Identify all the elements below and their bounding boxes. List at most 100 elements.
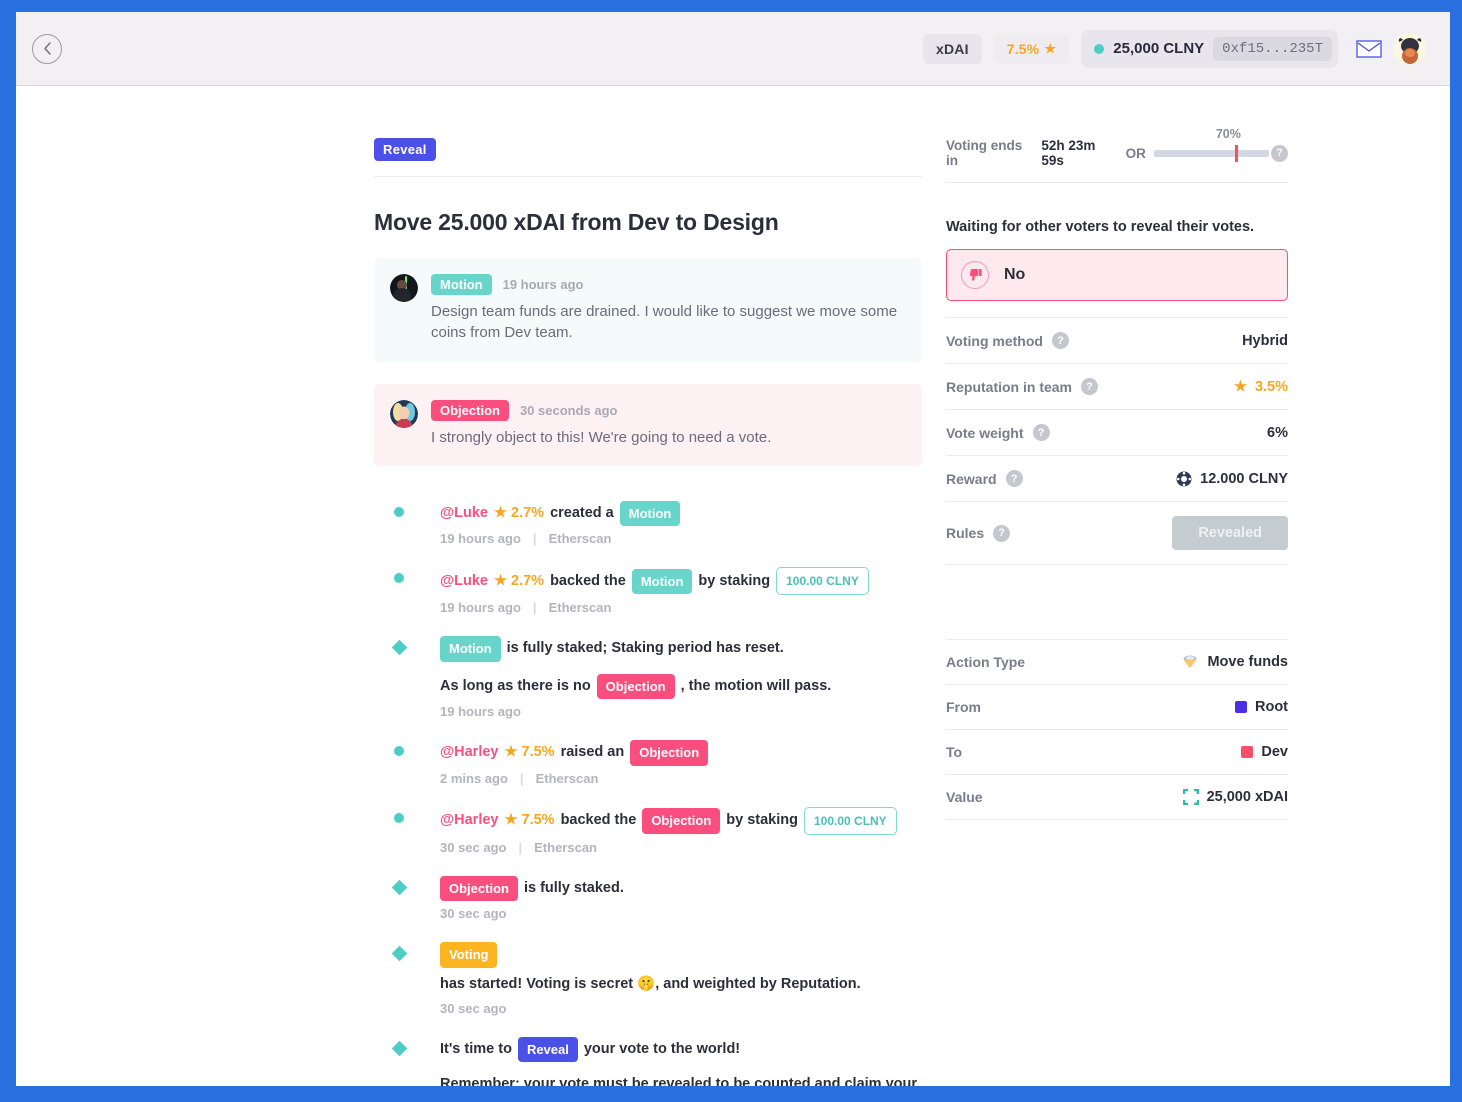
action-row: Action Type Move funds <box>946 640 1288 685</box>
timeline-diamond-icon <box>391 946 408 1015</box>
action-label: From <box>946 699 981 715</box>
vote-progress-bar[interactable]: 70% <box>1153 127 1269 163</box>
vote-progress-marker <box>1234 145 1238 162</box>
back-button[interactable] <box>32 33 62 64</box>
comment-tag: Objection <box>431 399 509 421</box>
help-icon[interactable]: ? <box>1051 332 1069 349</box>
avatar-luke <box>390 274 418 302</box>
timeline-body: Motion is fully staked; Staking period ha… <box>417 636 922 719</box>
help-icon[interactable]: ? <box>993 524 1011 542</box>
timeline-text: by staking <box>698 572 771 589</box>
timeline-username: @Luke <box>440 504 488 521</box>
timeline-meta: 30 sec ago <box>440 1001 922 1016</box>
detail-value: 6% <box>1267 425 1288 441</box>
timeline-username: @Harley <box>440 744 499 761</box>
timeline-tag: Motion <box>619 500 681 527</box>
timeline-note: As long as there is no Objection , the mot… <box>440 673 922 700</box>
timeline-body: @Luke ★ 2.7% backed the Motion by staking 100… <box>417 567 922 615</box>
timeline-timestamp: 30 sec ago <box>440 906 507 922</box>
action-label-text: To <box>946 744 963 760</box>
marker-shape <box>394 573 404 584</box>
comment-body: Objection 30 seconds ago I strongly object… <box>431 399 906 448</box>
timeline-line: Objection is fully staked. <box>440 875 922 902</box>
detail-row: Vote weight? 6% <box>946 410 1288 456</box>
etherscan-link[interactable]: Etherscan <box>549 531 612 546</box>
avatar[interactable] <box>1394 32 1426 65</box>
stake-amount-chip: 100.00 CLNY <box>803 806 897 835</box>
help-icon[interactable]: ? <box>1081 378 1099 395</box>
timeline-diamond-icon <box>391 879 408 922</box>
comment-tag: Motion <box>431 274 492 295</box>
timeline-text: your vote to the world! <box>583 1040 741 1057</box>
timeline-line: @Harley ★ 7.5% raised an Objection <box>440 740 922 766</box>
separator: | <box>519 770 524 786</box>
comment-list: Motion 19 hours ago Design team funds are … <box>374 258 922 466</box>
timeline-line: Motion is fully staked; Staking period ha… <box>440 636 922 662</box>
timeline-reputation: ★ 7.5% <box>504 812 555 829</box>
action-value-text: 25,000 xDAI <box>1206 789 1288 805</box>
help-icon[interactable]: ? <box>1271 144 1288 162</box>
network-pill[interactable]: xDAI <box>923 33 982 64</box>
wallet-balance: 25,000 CLNY <box>1113 40 1205 57</box>
detail-label-text: Vote weight <box>946 424 1024 441</box>
comment-header: Motion 19 hours ago <box>431 274 906 295</box>
reputation-pill[interactable]: 7.5% ★ <box>993 33 1070 64</box>
timeline-line: Voting has started! Voting is secret 🤫, a… <box>440 942 922 995</box>
move-funds-icon <box>1183 655 1197 668</box>
timeline-meta: 30 sec ago | Etherscan <box>440 840 922 855</box>
detail-label-text: Rules <box>946 525 985 541</box>
detail-label-text: Reward <box>946 470 997 487</box>
detail-row: Rules? Revealed <box>946 502 1288 565</box>
detail-value-text: 3.5% <box>1254 378 1288 395</box>
timeline-body: Objection is fully staked. 30 sec ago <box>417 875 922 922</box>
marker-shape <box>391 1040 408 1056</box>
etherscan-link[interactable]: Etherscan <box>549 600 612 615</box>
timeline-tag: Reveal <box>517 1036 578 1063</box>
timeline-meta: 19 hours ago | Etherscan <box>440 600 922 615</box>
marker-shape <box>394 746 404 757</box>
timeline-text: created a <box>550 504 614 521</box>
app-window: xDAI 7.5% ★ 25,000 CLNY 0xf15...235T Rev… <box>16 12 1450 1086</box>
marker-shape <box>391 879 408 896</box>
action-label: To <box>946 744 962 760</box>
detail-label-text: Reputation in team <box>946 378 1073 395</box>
detail-value-text: Hybrid <box>1242 332 1288 349</box>
action-row: Value 25,000 xDAI <box>946 775 1288 820</box>
help-icon[interactable]: ? <box>1032 424 1050 441</box>
action-row: To Dev <box>946 730 1288 775</box>
vote-no-button[interactable]: No <box>946 249 1288 301</box>
detail-row: Reward? 12.000 CLNY <box>946 456 1288 502</box>
timeline-timestamp: 30 sec ago <box>440 1000 507 1016</box>
wallet-status-dot <box>1094 43 1105 54</box>
rules-revealed-button[interactable]: Revealed <box>1172 516 1288 550</box>
timeline-dot-icon <box>394 573 405 615</box>
timeline-tag: Motion <box>440 636 501 662</box>
timeline-text: is fully staked; Staking period has rese… <box>506 640 784 657</box>
comment-text: I strongly object to this! We're going t… <box>431 428 772 446</box>
detail-label: Vote weight? <box>946 424 1050 441</box>
avatar-image <box>1394 32 1426 65</box>
timeline-tag: Objection <box>630 740 709 766</box>
timeline-text: Remember: your vote must be revealed to … <box>440 1076 918 1086</box>
token-icon <box>1176 471 1192 486</box>
help-icon[interactable]: ? <box>1005 470 1023 487</box>
envelope-icon[interactable] <box>1356 39 1382 58</box>
value-brackets-icon <box>1182 789 1199 805</box>
wallet-pill[interactable]: 25,000 CLNY 0xf15...235T <box>1081 29 1338 68</box>
etherscan-link[interactable]: Etherscan <box>536 771 599 786</box>
detail-label: Rules? <box>946 524 1011 542</box>
timeline-username: @Harley <box>440 812 499 829</box>
timeline-line: @Luke ★ 2.7% backed the Motion by staking 100… <box>440 567 922 596</box>
separator: | <box>532 600 537 616</box>
action-label-text: From <box>946 699 981 715</box>
comment-objection: Objection 30 seconds ago I strongly object… <box>374 383 922 466</box>
vote-no-label: No <box>1004 266 1026 283</box>
timeline-text: by staking <box>726 812 798 829</box>
timeline-timestamp: 19 hours ago <box>440 531 521 547</box>
voting-countdown-value: 52h 23m 59s <box>1041 138 1096 168</box>
timeline-text: It's time to <box>440 1040 512 1057</box>
team-color-swatch <box>1241 746 1254 758</box>
timeline-timestamp: 2 mins ago <box>440 770 508 786</box>
timeline-text: has started! Voting is secret 🤫, and wei… <box>440 975 861 992</box>
etherscan-link[interactable]: Etherscan <box>534 840 597 855</box>
